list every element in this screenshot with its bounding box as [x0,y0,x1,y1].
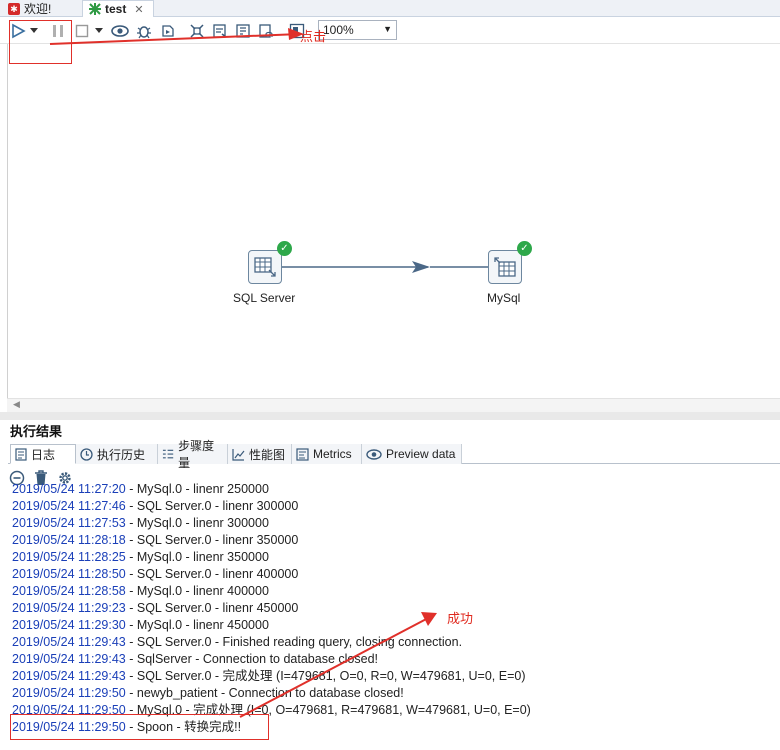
log-message: - MySql.0 - linenr 250000 [125,482,269,496]
log-timestamp: 2019/05/24 11:29:43 [12,635,126,649]
annotation-box-success [10,714,269,740]
replay-icon[interactable] [159,22,177,40]
log-message: - newyb_patient - Connection to database… [125,686,404,700]
tab-log-label: 日志 [31,447,56,462]
tab-test[interactable]: test ✕ [82,0,154,17]
tab-preview-data-label: Preview data [386,447,456,461]
log-output[interactable]: 2019/05/24 11:27:20 - MySql.0 - linenr 2… [8,482,780,750]
log-timestamp: 2019/05/24 11:27:53 [12,516,126,530]
log-timestamp: 2019/05/24 11:28:18 [12,533,126,547]
panel-divider[interactable] [0,412,780,420]
step-label-sql-server: SQL Server [233,291,296,305]
log-message: - SQL Server.0 - linenr 300000 [125,499,299,513]
log-icon [15,447,27,461]
log-message: - SQL Server.0 - linenr 350000 [125,533,299,547]
tab-log[interactable]: 日志 [10,444,76,464]
tab-performance-graph-label: 性能图 [249,447,286,462]
welcome-icon: ✱ [8,2,20,15]
log-timestamp: 2019/05/24 11:27:46 [12,499,126,513]
tab-preview-data[interactable]: Preview data [362,444,462,464]
step-sql-server-icon[interactable] [248,250,282,284]
close-tab-icon[interactable]: ✕ [134,3,143,16]
scroll-left-icon[interactable]: ◀ [13,399,20,410]
log-timestamp: 2019/05/24 11:29:43 [12,652,126,666]
log-timestamp: 2019/05/24 11:29:43 [12,669,126,683]
step-metrics-icon [162,449,174,458]
chevron-down-icon: ▼ [383,24,392,34]
debug-icon[interactable] [135,22,153,40]
log-timestamp: 2019/05/24 11:29:30 [12,618,126,632]
tab-step-metrics[interactable]: 步骤度量 [158,439,228,470]
canvas-horizontal-scrollbar[interactable]: ◀ [7,398,780,412]
log-timestamp: 2019/05/24 11:28:50 [12,567,126,581]
sql-icon[interactable] [234,22,252,40]
tab-execution-history-label: 执行历史 [97,447,146,462]
log-line: 2019/05/24 11:28:18 - SQL Server.0 - lin… [12,532,298,549]
impact-icon[interactable] [211,22,229,40]
tab-welcome[interactable]: ✱ 欢迎! [2,0,78,17]
stop-icon[interactable] [73,22,91,40]
log-line: 2019/05/24 11:29:50 - newyb_patient - Co… [12,685,404,702]
step-mysql-icon[interactable] [488,250,522,284]
tab-welcome-label: 欢迎! [24,2,52,16]
zoom-select[interactable]: 100% ▼ [318,20,397,40]
log-message: - SqlServer - Connection to database clo… [125,652,378,666]
tab-performance-graph[interactable]: 性能图 [228,444,292,464]
log-message: - MySql.0 - linenr 350000 [125,550,269,564]
log-timestamp: 2019/05/24 11:29:50 [12,686,126,700]
zoom-value: 100% [323,23,354,37]
log-timestamp: 2019/05/24 11:28:58 [12,584,126,598]
stop-options-chevron-icon[interactable] [93,22,105,40]
log-message: - MySql.0 - linenr 450000 [125,618,269,632]
log-message: - SQL Server.0 - 完成处理 (I=479681, O=0, R=… [125,669,526,683]
log-line: 2019/05/24 11:28:25 - MySql.0 - linenr 3… [12,549,269,566]
history-clock-icon [80,447,93,461]
log-line: 2019/05/24 11:28:50 - SQL Server.0 - lin… [12,566,298,583]
results-tab-bar: 日志 执行历史 步骤度量 性能图 Metrics Preview data [8,439,780,470]
annotation-box-run [9,20,72,64]
log-line: 2019/05/24 11:29:43 - SQL Server.0 - 完成处… [12,668,526,685]
log-line: 2019/05/24 11:29:23 - SQL Server.0 - lin… [12,600,298,617]
step-label-mysql: MySql [487,291,521,305]
results-panel-title: 执行结果 [10,424,63,439]
tab-test-label: test [105,2,127,16]
log-line: 2019/05/24 11:29:43 - SQL Server.0 - Fin… [12,634,462,651]
success-check-icon: ✓ [517,241,532,256]
tab-metrics[interactable]: Metrics [292,444,362,464]
editor-tab-bar: ✱ 欢迎! test ✕ [0,0,780,17]
verify-icon[interactable] [188,22,206,40]
annotation-click-label: 点击 [300,29,327,44]
success-check-icon: ✓ [277,241,292,256]
preview-eye-icon [366,448,382,460]
metrics-icon [296,447,309,461]
preview-icon[interactable] [111,22,129,40]
transformation-icon [89,3,101,15]
log-message: - SQL Server.0 - linenr 450000 [125,601,299,615]
transformation-canvas[interactable] [7,44,780,414]
log-line: 2019/05/24 11:27:20 - MySql.0 - linenr 2… [12,482,269,498]
performance-chart-icon [232,448,245,461]
tab-step-metrics-label: 步骤度量 [178,439,215,470]
annotation-success-label: 成功 [447,611,474,626]
log-message: - SQL Server.0 - Finished reading query,… [125,635,463,649]
log-line: 2019/05/24 11:28:58 - MySql.0 - linenr 4… [12,583,269,600]
explore-db-icon[interactable] [257,22,275,40]
log-timestamp: 2019/05/24 11:29:23 [12,601,126,615]
log-message: - MySql.0 - linenr 400000 [125,584,269,598]
log-message: - MySql.0 - linenr 300000 [125,516,269,530]
log-timestamp: 2019/05/24 11:27:20 [12,482,126,496]
log-line: 2019/05/24 11:29:30 - MySql.0 - linenr 4… [12,617,269,634]
tab-metrics-label: Metrics [313,447,352,461]
tab-execution-history[interactable]: 执行历史 [76,444,158,464]
log-message: - SQL Server.0 - linenr 400000 [125,567,299,581]
log-line: 2019/05/24 11:29:43 - SqlServer - Connec… [12,651,378,668]
log-line: 2019/05/24 11:27:46 - SQL Server.0 - lin… [12,498,298,515]
log-timestamp: 2019/05/24 11:28:25 [12,550,126,564]
log-line: 2019/05/24 11:27:53 - MySql.0 - linenr 3… [12,515,269,532]
